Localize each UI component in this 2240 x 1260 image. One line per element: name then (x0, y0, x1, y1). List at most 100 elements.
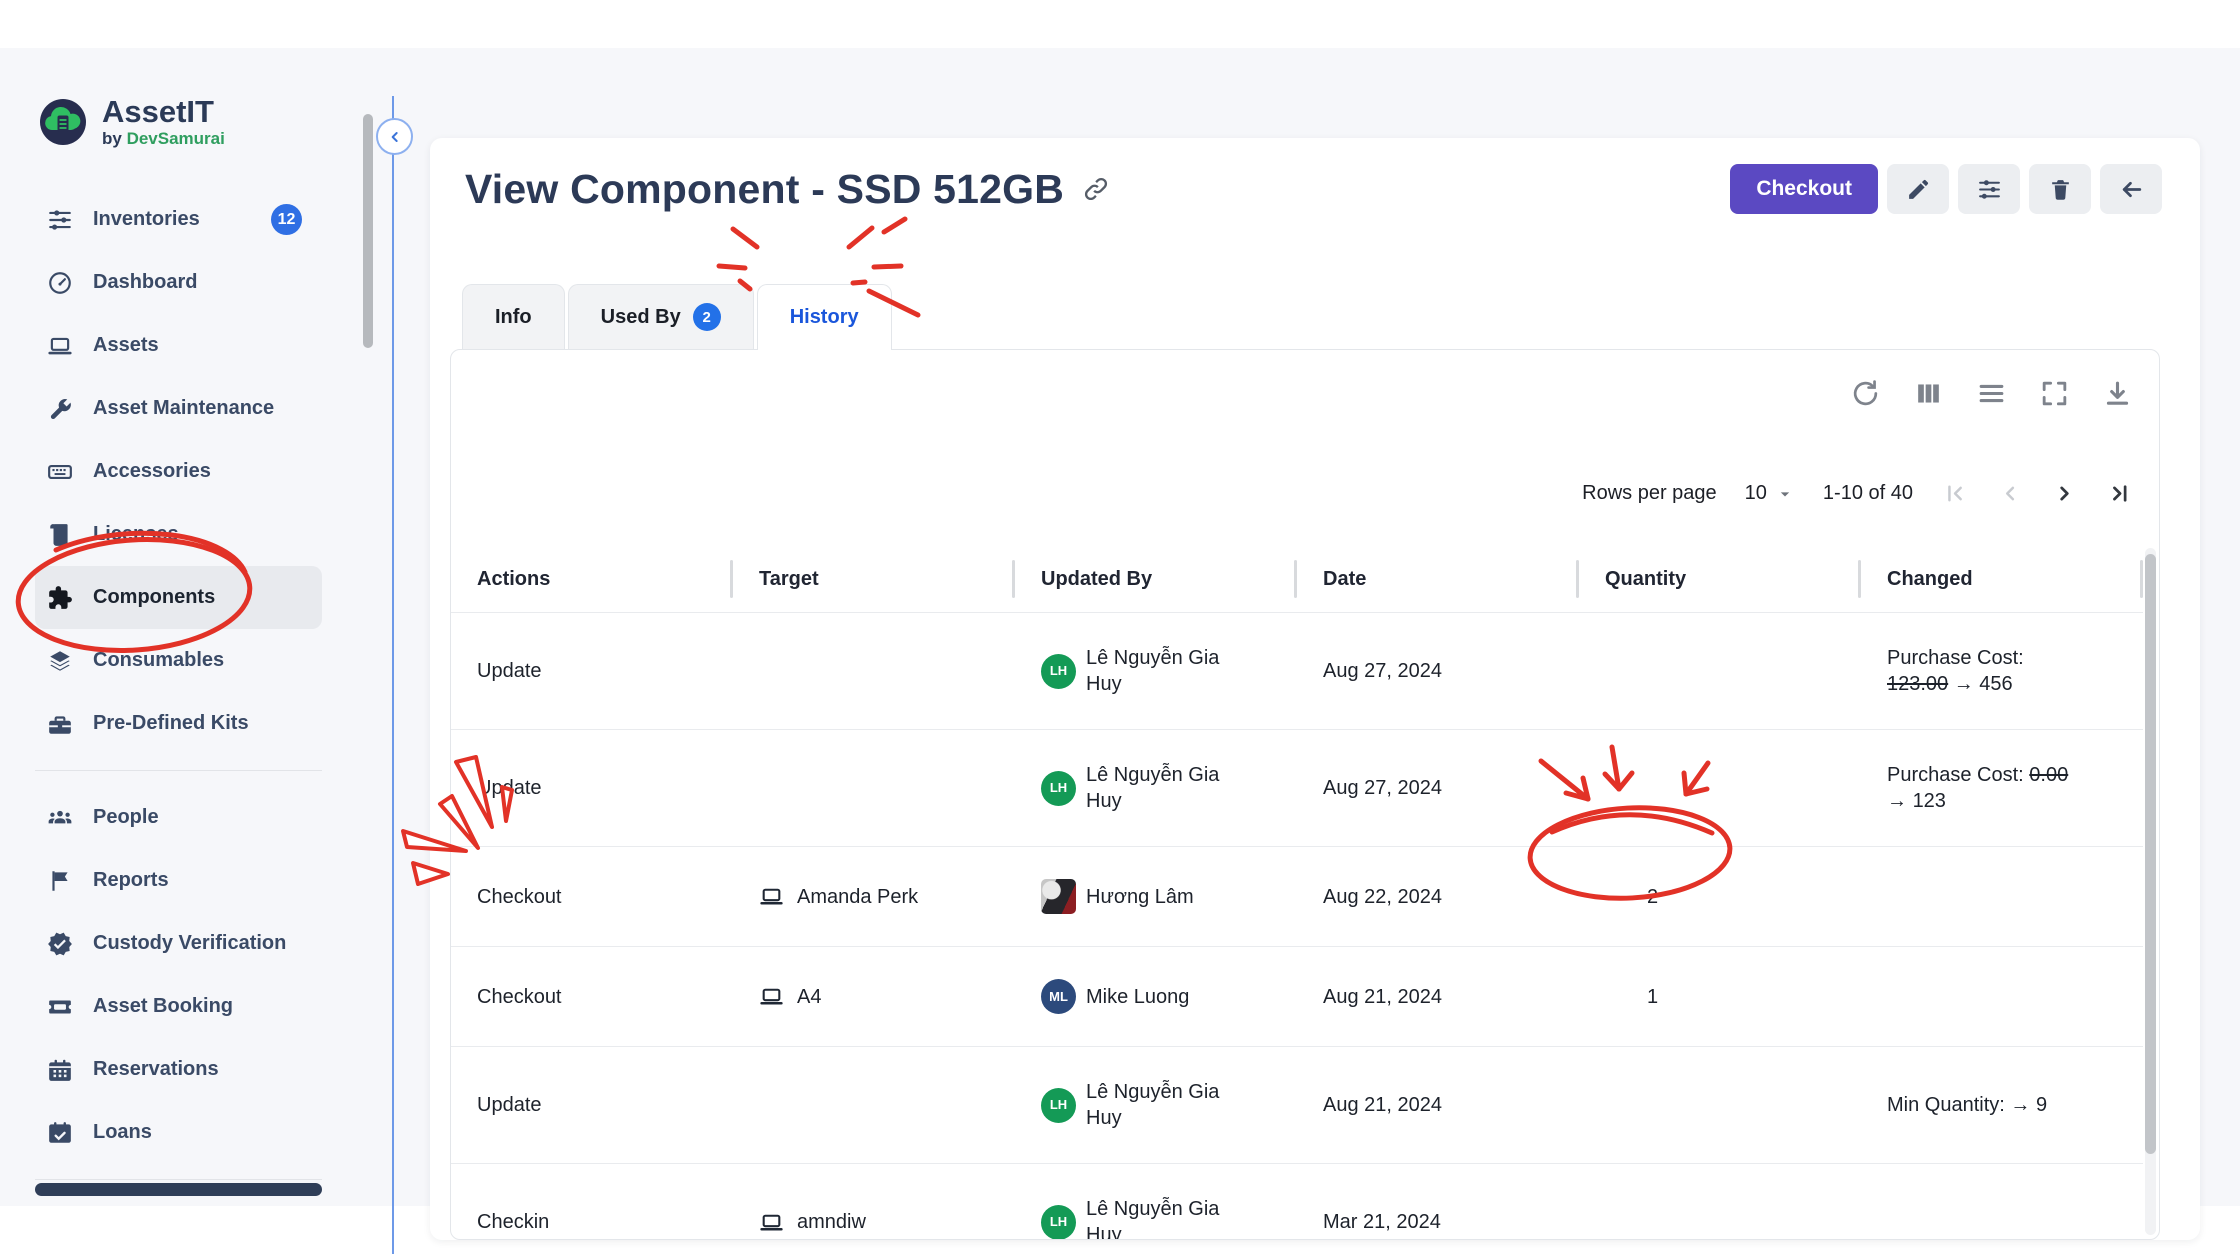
fullscreen-icon[interactable] (2039, 378, 2070, 409)
sidebar-item-licenses[interactable]: Licenses (35, 503, 322, 566)
sidebar-item-consumables[interactable]: Consumables (35, 629, 322, 692)
laptop-icon (759, 984, 784, 1009)
sidebar-item-label: Accessories (93, 460, 211, 483)
table-row: UpdateLHLê Nguyễn Gia HuyAug 21, 2024Min… (451, 1046, 2143, 1163)
cell-quantity (1579, 1190, 1861, 1240)
first-page-icon[interactable] (1941, 480, 1968, 507)
rows-per-page-label: Rows per page (1582, 482, 1717, 505)
arrow-left-icon (2119, 177, 2144, 202)
edit-button[interactable] (1887, 164, 1949, 214)
cell-updated-by: LHLê Nguyễn Gia Huy (1015, 613, 1297, 729)
sidebar-item-reports[interactable]: Reports (35, 849, 322, 912)
cell-target: Amanda Perk (733, 852, 1015, 942)
sidebar-item-people[interactable]: People (35, 786, 322, 849)
page-title: View Component - SSD 512GB (465, 166, 1064, 213)
table-row: UpdateLHLê Nguyễn Gia HuyAug 27, 2024Pur… (451, 612, 2143, 729)
sidebar-item-inventories[interactable]: Inventories 12 (35, 188, 322, 251)
title-actions: Checkout (1730, 164, 2162, 214)
tab-history[interactable]: History (757, 284, 892, 350)
cell-date: Aug 22, 2024 (1297, 852, 1579, 942)
tune-icon (1977, 177, 2002, 202)
sidebar-item-label: Inventories (93, 208, 200, 231)
download-icon[interactable] (2102, 378, 2133, 409)
rows-per-page-select[interactable]: 10 (1745, 482, 1795, 505)
cell-action: Checkin (451, 1177, 733, 1240)
next-page-icon[interactable] (2051, 480, 2078, 507)
avatar: LH (1041, 771, 1076, 806)
sidebar-item-label: Dashboard (93, 271, 197, 294)
cell-date: Mar 21, 2024 (1297, 1177, 1579, 1240)
cell-changed: Min Quantity: → 9 (1861, 1060, 2143, 1150)
cell-target (733, 639, 1015, 703)
count-badge: 12 (271, 204, 302, 235)
checkout-button[interactable]: Checkout (1730, 164, 1878, 214)
cell-changed: Purchase Cost: 0.00 → 123 (1861, 730, 2143, 846)
sidebar-item-label: Reports (93, 869, 169, 892)
last-page-icon[interactable] (2106, 480, 2133, 507)
cell-updated-by: LHLê Nguyễn Gia Huy (1015, 1047, 1297, 1163)
columns-icon[interactable] (1913, 378, 1944, 409)
main-card: View Component - SSD 512GB Checkout (430, 138, 2200, 1240)
laptop-icon (759, 884, 784, 909)
cell-quantity: 1 (1579, 952, 1861, 1042)
column-header-quantity[interactable]: Quantity (1579, 568, 1861, 591)
column-header-label: Updated By (1041, 568, 1152, 590)
column-header-updated-by[interactable]: Updated By (1015, 568, 1297, 591)
density-icon[interactable] (1976, 378, 2007, 409)
cell-updated-by: MLMike Luong (1015, 947, 1297, 1046)
tab-used-by[interactable]: Used By2 (568, 284, 754, 349)
sidebar-item-accessories[interactable]: Accessories (35, 440, 322, 503)
column-header-changed[interactable]: Changed (1861, 568, 2143, 591)
cell-quantity: 2 (1579, 852, 1861, 942)
column-header-label: Date (1323, 568, 1366, 590)
flag-icon (47, 868, 73, 894)
sidebar-item-assets[interactable]: Assets (35, 314, 322, 377)
sidebar-scrollbar-thumb[interactable] (363, 114, 373, 348)
sidebar: AssetIT by DevSamurai Inventories12Dashb… (0, 48, 358, 1206)
sliders-icon (47, 207, 73, 233)
column-separator (2140, 560, 2143, 598)
cell-date: Aug 27, 2024 (1297, 626, 1579, 716)
sidebar-item-reservations[interactable]: Reservations (35, 1038, 322, 1101)
sidebar-item-label: Asset Booking (93, 995, 233, 1018)
column-header-actions[interactable]: Actions (451, 568, 733, 591)
sidebar-collapse-button[interactable] (376, 118, 413, 155)
sidebar-item-asset-booking[interactable]: Asset Booking (35, 975, 322, 1038)
table-row: CheckinamndiwLHLê Nguyễn Gia HuyMar 21, … (451, 1163, 2143, 1240)
table-row: CheckoutA4MLMike LuongAug 21, 20241 (451, 946, 2143, 1046)
table-scrollbar-thumb[interactable] (2145, 554, 2156, 1154)
cell-date: Aug 27, 2024 (1297, 743, 1579, 833)
tab-info[interactable]: Info (462, 284, 565, 349)
calendar-check-icon (47, 1120, 73, 1146)
cell-updated-by: LHLê Nguyễn Gia Huy (1015, 730, 1297, 846)
trash-icon (2048, 177, 2073, 202)
dashboard-icon (47, 270, 73, 296)
column-header-date[interactable]: Date (1297, 568, 1579, 591)
cell-updated-by: Hương Lâm (1015, 847, 1297, 946)
sidebar-nav: Inventories 12 Dashboard AssetsAsset Mainte… (0, 188, 358, 1195)
delete-button[interactable] (2029, 164, 2091, 214)
sidebar-item-custody-verification[interactable]: Custody Verification (35, 912, 322, 975)
copy-link-icon[interactable] (1082, 175, 1110, 203)
refresh-icon[interactable] (1850, 378, 1881, 409)
user-name: Lê Nguyễn Gia Huy (1086, 1079, 1224, 1131)
sidebar-item-pre-defined-kits[interactable]: Pre-Defined Kits (35, 692, 322, 755)
settings-button[interactable] (1958, 164, 2020, 214)
back-button[interactable] (2100, 164, 2162, 214)
sidebar-divider (35, 1179, 322, 1180)
title-row: View Component - SSD 512GB Checkout (465, 164, 2162, 214)
cell-changed (1861, 865, 2143, 929)
sidebar-item-components[interactable]: Components (35, 566, 322, 629)
table-row: CheckoutAmanda PerkHương LâmAug 22, 2024… (451, 846, 2143, 946)
chevron-down-icon (1775, 484, 1795, 504)
sidebar-item-loans[interactable]: Loans (35, 1101, 322, 1164)
previous-page-icon[interactable] (1996, 480, 2023, 507)
calendar-icon (47, 1057, 73, 1083)
app-background: AssetIT by DevSamurai Inventories12Dashb… (0, 48, 2240, 1206)
table-scrollbar (2145, 548, 2156, 1235)
puzzle-icon (47, 585, 73, 611)
table-row: UpdateLHLê Nguyễn Gia HuyAug 27, 2024Pur… (451, 729, 2143, 846)
column-header-target[interactable]: Target (733, 568, 1015, 591)
sidebar-item-dashboard[interactable]: Dashboard (35, 251, 322, 314)
sidebar-item-asset-maintenance[interactable]: Asset Maintenance (35, 377, 322, 440)
